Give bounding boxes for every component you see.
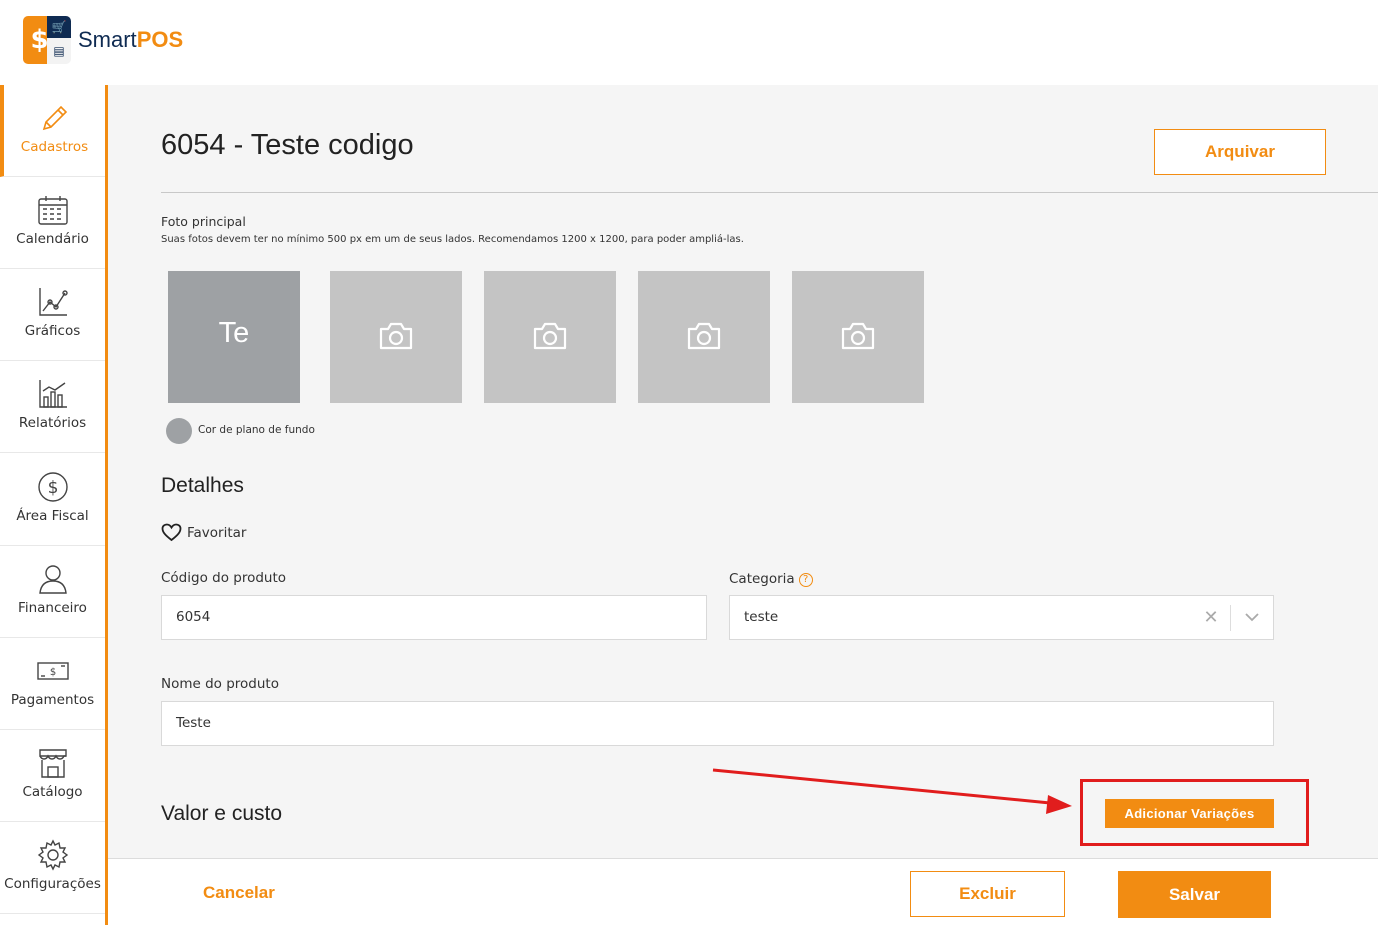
svg-text:$: $ xyxy=(49,667,55,678)
details-title: Detalhes xyxy=(161,474,244,497)
clear-icon[interactable]: ✕ xyxy=(1192,596,1230,639)
background-color-picker[interactable] xyxy=(166,418,192,444)
category-label: Categoria? xyxy=(729,571,813,587)
photo-slot[interactable] xyxy=(638,271,770,403)
bar-chart-icon xyxy=(38,380,67,408)
sidebar: Cadastros Calendário Gráficos Relatórios… xyxy=(0,85,108,925)
main-photo-label: Foto principal xyxy=(161,214,246,229)
smartpos-logo[interactable]: $ 🛒 ▤ SmartPOS xyxy=(23,16,183,64)
sidebar-item-configuracoes[interactable]: Configurações xyxy=(0,822,105,914)
archive-button[interactable]: Arquivar xyxy=(1154,129,1326,175)
camera-icon xyxy=(841,322,875,350)
logo-text: SmartPOS xyxy=(78,27,184,52)
value-cost-title: Valor e custo xyxy=(161,802,283,825)
footer-bar: Cancelar Excluir Salvar xyxy=(108,858,1378,925)
sidebar-item-relatorios[interactable]: Relatórios xyxy=(0,361,105,453)
sidebar-item-financeiro[interactable]: Financeiro xyxy=(0,546,105,638)
sidebar-item-label: Financeiro xyxy=(18,600,87,616)
sidebar-item-label: Calendário xyxy=(16,231,89,247)
heart-icon xyxy=(161,523,182,542)
camera-icon xyxy=(687,322,721,350)
camera-icon xyxy=(379,322,413,350)
photo-slot[interactable] xyxy=(330,271,462,403)
sidebar-item-label: Gráficos xyxy=(24,323,81,339)
calendar-icon xyxy=(37,196,68,225)
svg-text:$: $ xyxy=(47,478,58,498)
sidebar-item-catalogo[interactable]: Catálogo xyxy=(0,730,105,822)
favorite-toggle[interactable]: Favoritar xyxy=(161,523,246,542)
main-photo[interactable]: Te xyxy=(168,271,300,403)
sidebar-item-label: Cadastros xyxy=(20,139,89,155)
sidebar-item-label: Configurações xyxy=(4,876,101,892)
sidebar-item-graficos[interactable]: Gráficos xyxy=(0,269,105,361)
user-icon xyxy=(38,565,67,594)
line-chart-icon xyxy=(38,288,68,316)
sidebar-item-label: Pagamentos xyxy=(10,692,95,708)
annotation-highlight-box xyxy=(1080,779,1309,846)
sidebar-item-cadastros[interactable]: Cadastros xyxy=(0,85,105,177)
cancel-button[interactable]: Cancelar xyxy=(203,883,275,903)
banknote-icon: $ xyxy=(36,662,69,680)
sidebar-item-area-fiscal[interactable]: $ Área Fiscal xyxy=(0,454,105,546)
sidebar-item-label: Catálogo xyxy=(22,784,83,800)
main-content: 6054 - Teste codigo Arquivar Foto princi… xyxy=(108,85,1378,858)
favorite-label: Favoritar xyxy=(187,524,247,541)
dollar-circle-icon: $ xyxy=(37,472,68,502)
sidebar-item-label: Área Fiscal xyxy=(16,508,89,524)
sidebar-item-label: Relatórios xyxy=(18,415,87,431)
save-button[interactable]: Salvar xyxy=(1118,871,1271,918)
logo-mark: $ 🛒 ▤ xyxy=(23,16,71,64)
title-divider xyxy=(161,192,1378,193)
category-select[interactable]: teste ✕ xyxy=(729,595,1274,640)
app-header: $ 🛒 ▤ SmartPOS xyxy=(0,0,1378,85)
category-value: teste xyxy=(744,609,779,625)
sidebar-item-pagamentos[interactable]: $ Pagamentos xyxy=(0,638,105,730)
product-name-label: Nome do produto xyxy=(161,676,279,692)
help-icon[interactable]: ? xyxy=(798,573,813,587)
page-title: 6054 - Teste codigo xyxy=(161,129,414,161)
background-color-label: Cor de plano de fundo xyxy=(198,424,315,436)
product-code-label: Código do produto xyxy=(161,570,287,586)
camera-icon xyxy=(533,322,567,350)
photo-slot[interactable] xyxy=(792,271,924,403)
store-icon xyxy=(38,749,67,778)
photo-hint: Suas fotos devem ter no mínimo 500 px em… xyxy=(161,234,744,245)
pencil-icon xyxy=(42,105,67,131)
delete-button[interactable]: Excluir xyxy=(910,871,1065,917)
photo-slot[interactable] xyxy=(484,271,616,403)
product-name-input[interactable]: Teste xyxy=(161,701,1274,746)
gear-icon xyxy=(37,839,68,871)
product-code-input[interactable]: 6054 xyxy=(161,595,707,640)
sidebar-item-calendario[interactable]: Calendário xyxy=(0,177,105,269)
chevron-down-icon[interactable] xyxy=(1231,613,1273,622)
